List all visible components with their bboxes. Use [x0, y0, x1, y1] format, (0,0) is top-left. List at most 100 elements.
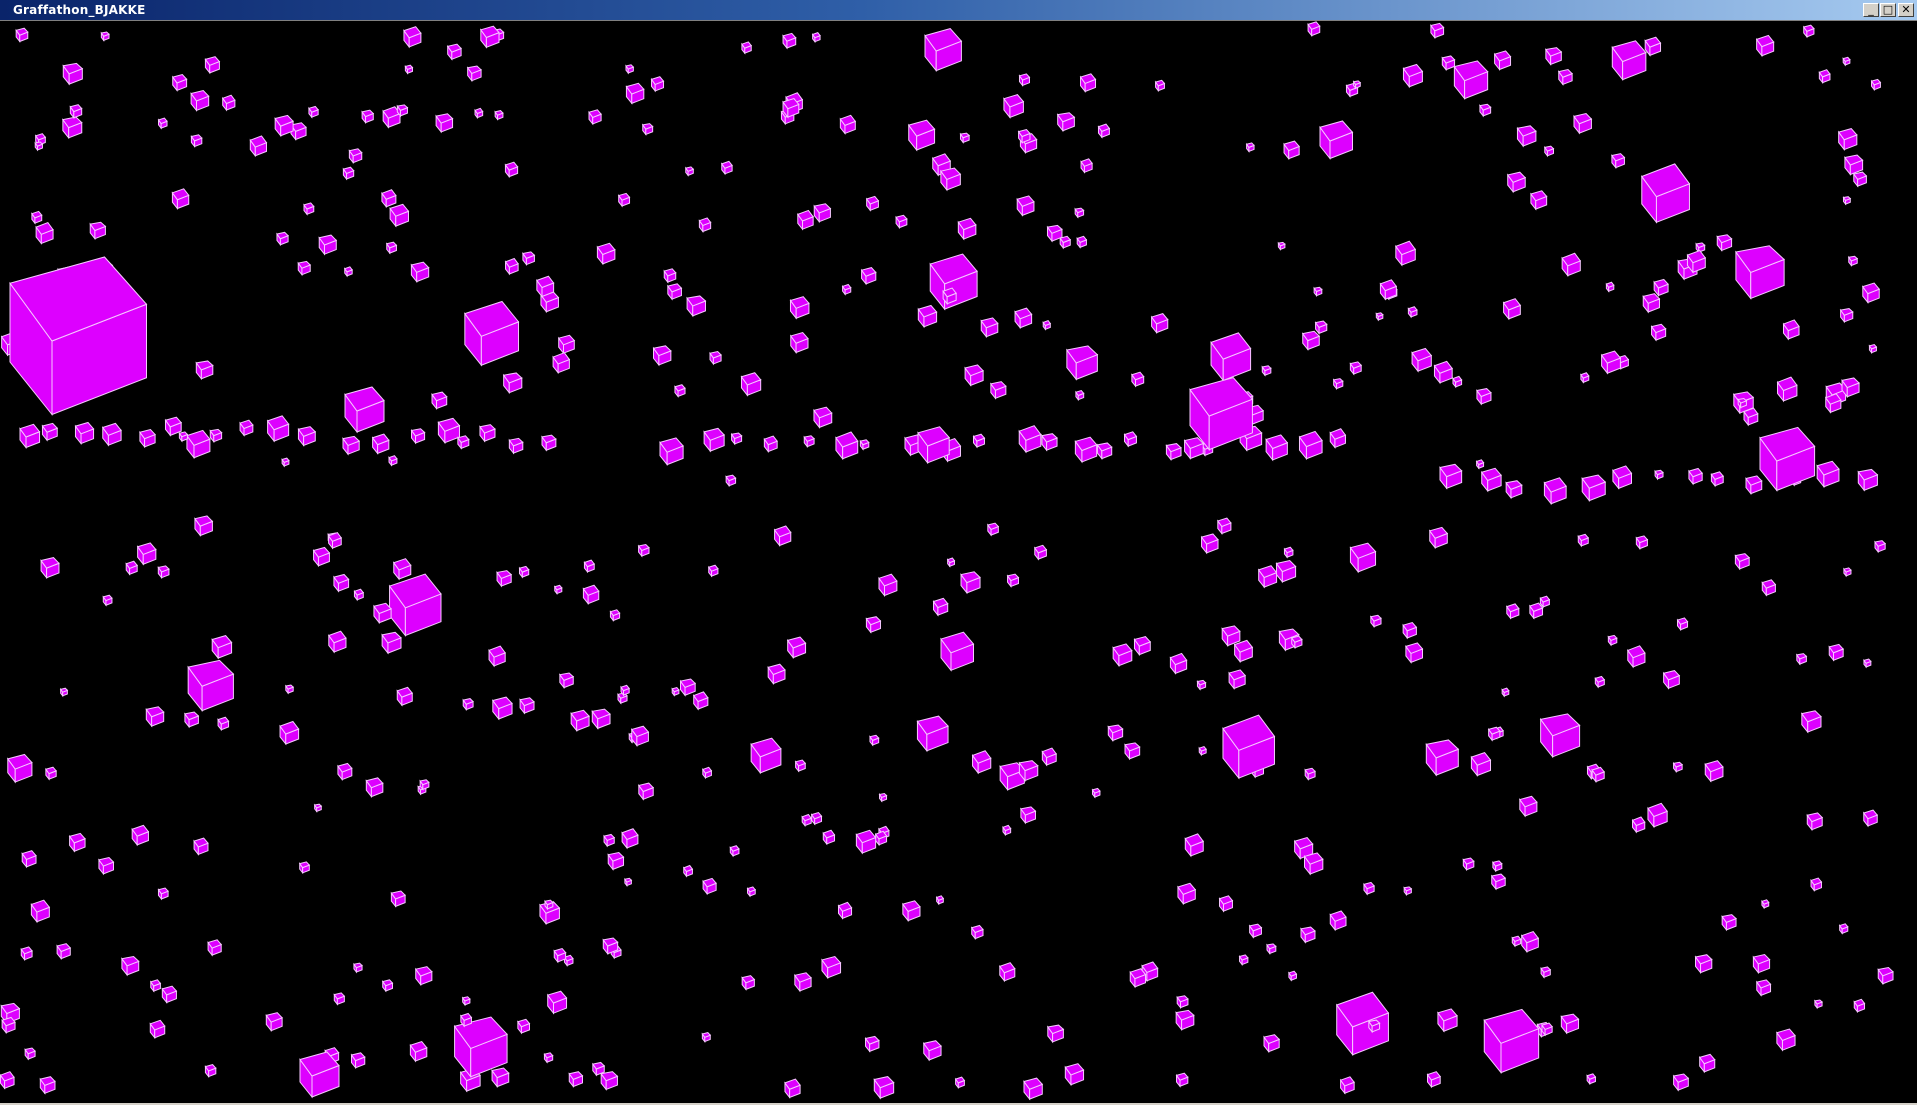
cube	[725, 474, 737, 488]
cube	[353, 588, 365, 602]
cube	[1233, 639, 1254, 664]
cube	[1842, 56, 1851, 67]
cube	[1600, 350, 1622, 375]
cube	[281, 457, 290, 468]
cube	[986, 522, 1000, 537]
cube	[1307, 21, 1321, 38]
cube	[327, 630, 347, 654]
cube	[40, 557, 60, 580]
cube	[98, 857, 115, 876]
cube	[543, 1052, 554, 1064]
cube	[89, 221, 107, 241]
cube	[504, 257, 519, 276]
cube	[954, 1076, 966, 1090]
cube	[1020, 806, 1037, 825]
cube	[1303, 852, 1324, 876]
cube	[381, 189, 397, 209]
cube	[666, 283, 683, 301]
cube	[396, 686, 414, 707]
cube	[924, 28, 963, 73]
cube	[1475, 459, 1485, 470]
cube	[519, 697, 535, 715]
cube	[488, 645, 506, 668]
cube	[935, 895, 945, 906]
cube	[1301, 330, 1321, 351]
cube	[1367, 1019, 1381, 1034]
cube	[337, 762, 353, 781]
cube	[1265, 434, 1289, 462]
cube	[822, 829, 836, 846]
cube	[1688, 467, 1704, 486]
cube	[466, 65, 483, 83]
cube	[1518, 795, 1538, 818]
cube	[30, 899, 51, 924]
cube	[916, 715, 949, 753]
cube	[419, 779, 430, 791]
cube	[187, 659, 235, 713]
cube	[1096, 442, 1113, 461]
cube	[333, 573, 350, 593]
close-button[interactable]: ✕	[1898, 3, 1914, 17]
cube	[1196, 679, 1207, 691]
cube	[869, 734, 880, 747]
cube	[703, 427, 726, 453]
cube	[1352, 80, 1362, 90]
cube	[265, 1012, 284, 1033]
cube	[389, 203, 410, 228]
cube	[1862, 809, 1879, 828]
cube	[266, 415, 290, 443]
cube	[1131, 371, 1145, 388]
render-viewport[interactable]	[0, 21, 1917, 1103]
cube	[365, 777, 384, 799]
cube	[385, 241, 398, 255]
cube	[1505, 603, 1520, 620]
title-bar[interactable]: Graffathon_BJAKKE _ □ ✕	[0, 0, 1917, 21]
cube	[1176, 995, 1189, 1010]
maximize-button[interactable]: □	[1880, 3, 1896, 17]
cube	[801, 813, 813, 827]
cube	[663, 268, 677, 284]
cube	[157, 887, 169, 901]
cube	[327, 531, 343, 550]
cube	[741, 975, 756, 991]
cube	[342, 435, 361, 456]
cube	[298, 861, 311, 875]
cube	[960, 571, 981, 595]
cube	[1735, 245, 1786, 300]
minimize-button[interactable]: _	[1863, 3, 1879, 17]
app-window: Graffathon_BJAKKE _ □ ✕	[0, 0, 1917, 1105]
cube	[41, 422, 59, 442]
cube	[1586, 1073, 1597, 1086]
cube	[544, 899, 554, 911]
cube	[297, 426, 317, 447]
cube	[1059, 235, 1072, 250]
cube	[998, 962, 1016, 983]
cube	[479, 424, 496, 443]
cube	[679, 678, 697, 697]
cube	[1612, 465, 1633, 490]
cube	[1857, 468, 1879, 492]
cube	[841, 283, 852, 296]
cube	[1810, 877, 1823, 892]
cube	[1662, 670, 1681, 690]
cube	[1177, 882, 1197, 906]
cube	[1581, 474, 1607, 503]
cube	[1402, 63, 1424, 89]
cube	[195, 360, 214, 381]
cube	[1476, 388, 1492, 406]
cube	[1611, 40, 1647, 82]
cube	[1112, 643, 1133, 668]
cube	[650, 76, 665, 93]
cube	[1257, 565, 1278, 589]
cube	[1686, 249, 1707, 274]
cube	[1734, 553, 1751, 571]
cube	[1437, 1008, 1458, 1033]
cube	[446, 43, 463, 61]
cube	[794, 759, 807, 773]
cube	[1759, 426, 1816, 492]
cube	[641, 123, 654, 136]
cube	[878, 792, 888, 803]
cube	[299, 1051, 340, 1099]
cube	[190, 90, 210, 112]
cube	[1698, 1053, 1716, 1074]
